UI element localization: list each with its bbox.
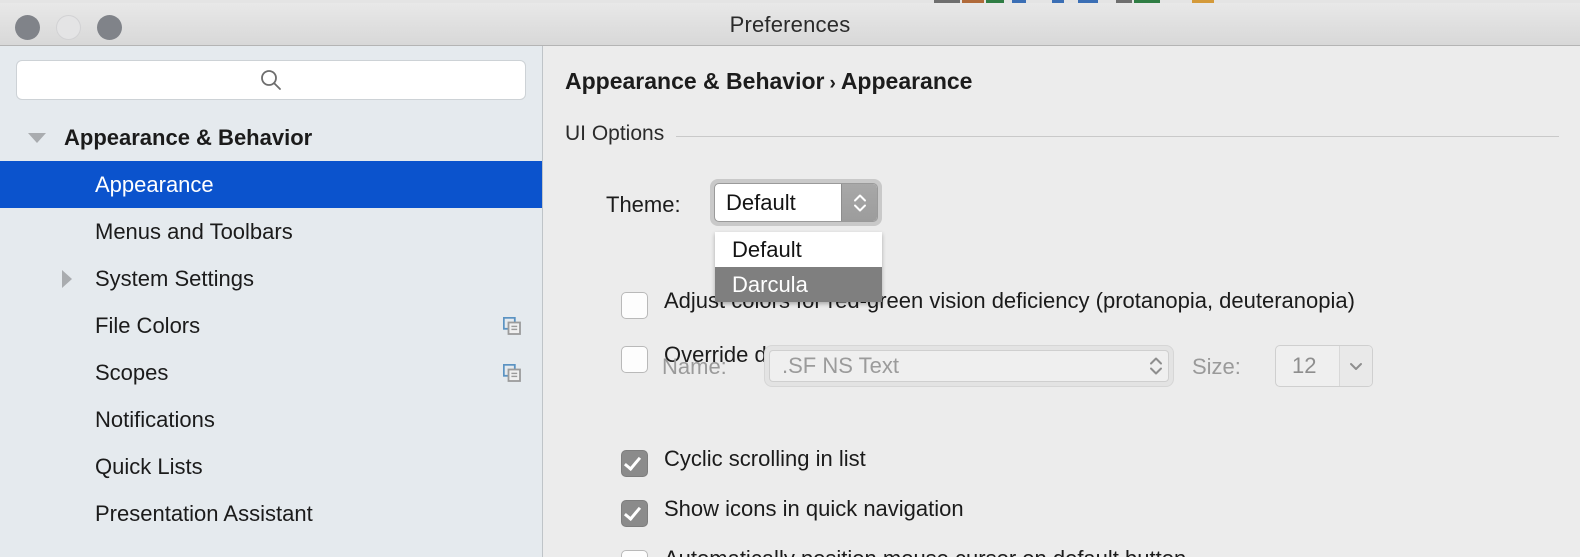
section-divider xyxy=(565,136,1559,137)
theme-combobox-value: Default xyxy=(726,190,796,215)
font-name-field: .SF NS Text xyxy=(769,350,1169,382)
section-title: UI Options xyxy=(565,122,677,146)
theme-dropdown-popup[interactable]: Default Darcula xyxy=(715,232,882,302)
sidebar-item-label: Menus and Toolbars xyxy=(95,219,293,244)
sidebar-item-label: System Settings xyxy=(95,266,254,291)
sidebar-item-quick-lists[interactable]: Quick Lists xyxy=(0,443,542,490)
checkbox-auto-position-cursor[interactable] xyxy=(621,550,648,557)
preferences-window: Preferences Appearance & Behavior Appear… xyxy=(0,0,1580,557)
checkbox-adjust-colors[interactable] xyxy=(621,292,648,319)
search-icon xyxy=(261,70,281,90)
sidebar-item-label: Presentation Assistant xyxy=(95,501,313,526)
font-name-label: Name: xyxy=(662,354,727,379)
checkbox-cyclic-scrolling[interactable] xyxy=(621,450,648,477)
checkbox-override-fonts[interactable] xyxy=(621,346,648,373)
chevron-down-icon[interactable] xyxy=(28,132,46,143)
search-field[interactable] xyxy=(16,60,526,100)
theme-combobox[interactable]: Default xyxy=(710,179,882,226)
sidebar-item-label: Notifications xyxy=(95,407,215,432)
sidebar-item-label: Scopes xyxy=(95,360,169,385)
sidebar-item-label: File Colors xyxy=(95,313,201,338)
breadcrumb: Appearance & Behavior › Appearance xyxy=(565,68,972,95)
project-settings-icon xyxy=(503,316,521,335)
font-size-value: 12 xyxy=(1292,353,1317,378)
font-size-combobox-button xyxy=(1339,346,1372,386)
chevron-down-icon xyxy=(1350,363,1362,370)
chevron-right-icon[interactable] xyxy=(62,269,72,288)
checkbox-label: Cyclic scrolling in list xyxy=(664,446,866,471)
settings-tree: Appearance & Behavior Appearance Menus a… xyxy=(0,114,542,537)
theme-label: Theme: xyxy=(606,192,681,217)
project-settings-icon xyxy=(503,363,521,382)
ui-options-section-header: UI Options xyxy=(565,122,1565,146)
theme-combobox-field[interactable]: Default xyxy=(714,183,878,222)
sidebar-item-system-settings[interactable]: System Settings xyxy=(0,255,542,302)
theme-option-default[interactable]: Default xyxy=(715,232,882,267)
sidebar-item-presentation-assistant[interactable]: Presentation Assistant xyxy=(0,490,542,537)
font-size-combobox: 12 xyxy=(1275,345,1373,387)
settings-sidebar: Appearance & Behavior Appearance Menus a… xyxy=(0,46,543,557)
window-titlebar: Preferences xyxy=(0,3,1580,46)
chevron-up-down-icon xyxy=(853,194,866,211)
sidebar-item-appearance[interactable]: Appearance xyxy=(0,161,542,208)
breadcrumb-separator-icon: › xyxy=(829,73,836,94)
sidebar-item-scopes[interactable]: Scopes xyxy=(0,349,542,396)
sidebar-item-label: Appearance xyxy=(95,172,214,197)
sidebar-item-label: Quick Lists xyxy=(95,454,203,479)
font-name-combobox: .SF NS Text xyxy=(764,345,1174,387)
font-size-label: Size: xyxy=(1192,354,1241,379)
sidebar-item-menus-and-toolbars[interactable]: Menus and Toolbars xyxy=(0,208,542,255)
theme-combobox-button[interactable] xyxy=(841,184,877,221)
sidebar-item-notifications[interactable]: Notifications xyxy=(0,396,542,443)
settings-detail-panel: Appearance & Behavior › Appearance UI Opti… xyxy=(544,46,1580,557)
sidebar-item-appearance-behavior[interactable]: Appearance & Behavior xyxy=(0,114,542,161)
breadcrumb-current: Appearance xyxy=(840,68,973,94)
font-name-value: .SF NS Text xyxy=(782,353,899,378)
checkbox-show-icons[interactable] xyxy=(621,500,648,527)
chevron-up-down-icon xyxy=(1150,357,1162,375)
breadcrumb-parent[interactable]: Appearance & Behavior xyxy=(565,68,824,94)
sidebar-item-file-colors[interactable]: File Colors xyxy=(0,302,542,349)
checkbox-label: Automatically position mouse cursor on d… xyxy=(664,546,1186,557)
sidebar-item-label: Appearance & Behavior xyxy=(64,125,313,150)
checkbox-label: Show icons in quick navigation xyxy=(664,496,964,521)
window-title: Preferences xyxy=(729,12,851,37)
theme-option-darcula[interactable]: Darcula xyxy=(715,267,882,302)
